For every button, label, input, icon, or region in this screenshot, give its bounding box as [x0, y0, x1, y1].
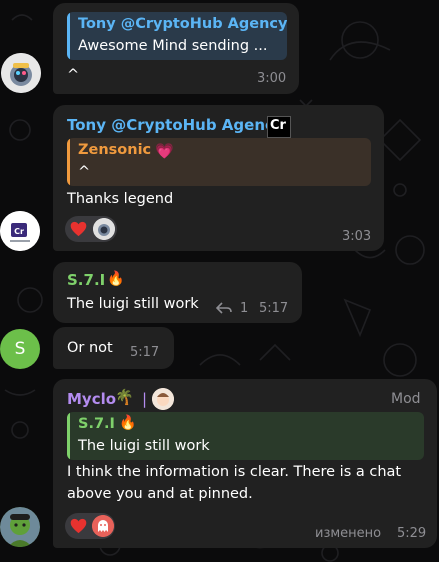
- avatar-letter: S: [14, 339, 26, 359]
- ghost-icon: [92, 515, 114, 537]
- sender-separator: |: [142, 390, 148, 408]
- message-time: 5:17: [130, 345, 160, 360]
- message-text-line-2: above you and at pinned.: [67, 486, 253, 502]
- heart-emoji-icon: 💗: [155, 142, 174, 160]
- reaction-pill[interactable]: [65, 216, 117, 242]
- user-avatar-s[interactable]: S: [0, 329, 40, 369]
- quote-bar: [67, 138, 70, 186]
- reactor-avatar: [93, 218, 115, 240]
- reply-arrow-icon[interactable]: [216, 301, 232, 315]
- reply-quote-text: ^: [78, 164, 91, 180]
- message-bubble-1[interactable]: Tony @CryptoHub Agency Awesome Mind send…: [53, 3, 299, 94]
- heart-icon: [70, 221, 87, 237]
- message-text-line-1: I think the information is clear. There …: [67, 464, 402, 480]
- svg-text:Cr: Cr: [14, 227, 24, 236]
- cryptohub-logo[interactable]: Cr: [0, 211, 40, 251]
- quote-bar: [67, 12, 70, 60]
- sender-name[interactable]: Myclo: [67, 390, 116, 408]
- message-bubble-2[interactable]: Tony @CryptoHub Agency Cr Zensonic 💗 ^ T…: [53, 105, 384, 251]
- message-bubble-5[interactable]: Myclo 🌴 | Mod S.7.I 🔥 The luigi still wo…: [53, 379, 437, 548]
- quote-bar: [67, 412, 70, 460]
- message-time: 3:03: [342, 229, 372, 244]
- reply-quote[interactable]: Tony @CryptoHub Agency Awesome Mind send…: [67, 12, 287, 60]
- message-text: ^: [67, 67, 80, 83]
- palm-tree-emoji-icon: 🌴: [115, 388, 134, 406]
- sender-badge-text: Cr: [270, 118, 286, 133]
- sender-name[interactable]: Tony @CryptoHub Agency: [67, 116, 284, 134]
- message-text: The luigi still work: [67, 296, 199, 312]
- fire-emoji-icon: 🔥: [107, 271, 125, 287]
- message-bubble-4[interactable]: Or not 5:17: [53, 327, 174, 369]
- reply-quote[interactable]: S.7.I 🔥 The luigi still work: [67, 412, 424, 460]
- reply-quote-title: S.7.I: [78, 416, 115, 432]
- reaction-pill[interactable]: [65, 513, 115, 539]
- reply-quote-text: Awesome Mind sending ...: [78, 38, 268, 54]
- reply-quote-title: Zensonic: [78, 142, 152, 158]
- message-time: 5:17: [259, 301, 289, 316]
- message-time: 5:29: [397, 526, 427, 541]
- reply-count[interactable]: 1: [240, 301, 248, 316]
- sender-badge: Cr: [267, 116, 291, 138]
- message-text: Thanks legend: [67, 191, 174, 207]
- edited-label: изменено: [315, 526, 382, 541]
- role-badge: Mod: [391, 391, 421, 407]
- fire-emoji-icon: 🔥: [119, 415, 137, 431]
- hulk-avatar[interactable]: [0, 507, 40, 547]
- reply-quote-text: The luigi still work: [78, 438, 210, 454]
- heart-icon: [70, 518, 87, 534]
- sender-name[interactable]: S.7.I: [67, 271, 105, 289]
- reply-quote-title: Tony @CryptoHub Agency: [78, 16, 287, 32]
- sender-sticker-avatar: [152, 388, 174, 410]
- reply-quote[interactable]: Zensonic 💗 ^: [67, 138, 371, 186]
- astronaut-avatar[interactable]: [1, 53, 41, 93]
- message-bubble-3[interactable]: S.7.I 🔥 The luigi still work 1 5:17: [53, 262, 302, 323]
- message-text: Or not: [67, 340, 113, 356]
- message-time: 3:00: [257, 71, 287, 86]
